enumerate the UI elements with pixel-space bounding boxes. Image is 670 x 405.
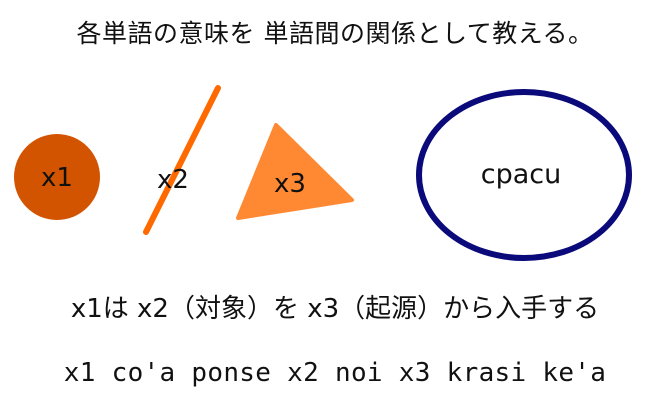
cpacu-label: cpacu: [481, 159, 562, 190]
x2-label: x2: [157, 165, 189, 195]
lojban-sentence: x1 co'a ponse x2 noi x3 krasi ke'a: [63, 358, 607, 388]
x3-label: x3: [274, 169, 306, 199]
place-structure-text: x1は x2（対象）を x3（起源）から入手する: [70, 294, 600, 324]
x1-label: x1: [41, 163, 73, 193]
x2-line: [143, 85, 221, 235]
relation-diagram: x1 x2 x3 cpacu: [14, 85, 632, 261]
